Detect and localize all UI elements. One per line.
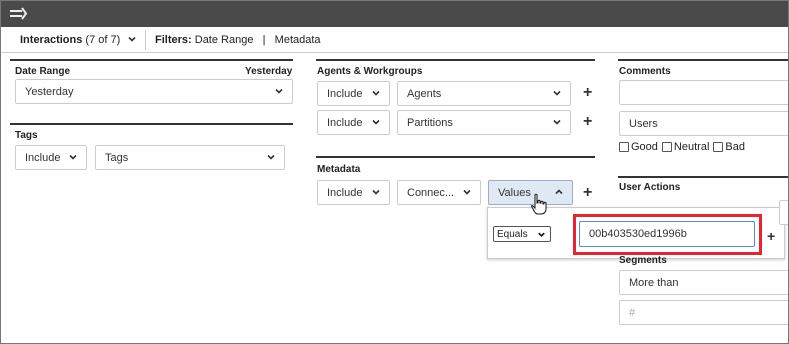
chevron-down-icon (372, 189, 380, 195)
comments-text-input[interactable] (619, 80, 788, 105)
metadata-include-value: Include (327, 186, 363, 199)
agents-divider (316, 59, 595, 61)
segments-title: Segments (619, 255, 667, 266)
filter-bar: Interactions (7 of 7) Filters: Date Rang… (1, 27, 788, 53)
comments-divider (618, 59, 788, 61)
chevron-down-icon (275, 88, 283, 94)
date-range-divider (10, 59, 293, 61)
comments-users-select[interactable]: Users (619, 111, 788, 136)
good-label: Good (631, 141, 658, 153)
chevron-down-icon (267, 154, 275, 160)
partitions-select[interactable]: Partitions (397, 110, 571, 135)
date-range-select[interactable]: Yesterday (15, 79, 293, 104)
add-metadata-button[interactable]: + (583, 185, 592, 201)
agents-value: Agents (407, 87, 442, 100)
collapse-menu-icon[interactable] (10, 6, 28, 22)
chevron-up-icon (555, 188, 563, 194)
metadata-include-select[interactable]: Include (317, 180, 390, 205)
filter-separator: | (262, 34, 266, 46)
chevron-down-icon (372, 90, 380, 96)
partitions-include-select[interactable]: Include (317, 110, 390, 135)
chevron-down-icon (553, 90, 561, 96)
add-agents-button[interactable]: + (583, 85, 592, 101)
segments-select[interactable]: More than (619, 270, 788, 295)
tags-include-select[interactable]: Include (15, 145, 87, 170)
chevron-down-icon (372, 119, 380, 125)
segments-value: More than (629, 276, 679, 289)
user-actions-title: User Actions (619, 182, 681, 193)
app-frame: Interactions (7 of 7) Filters: Date Rang… (0, 0, 789, 344)
user-actions-divider (618, 176, 788, 178)
operator-select[interactable]: Equals (493, 226, 551, 242)
metadata-title: Metadata (317, 164, 361, 175)
tags-select[interactable]: Tags (95, 145, 285, 170)
tags-title: Tags (15, 130, 38, 141)
chevron-down-icon (463, 189, 471, 195)
date-range-value: Yesterday (25, 85, 74, 98)
agents-select[interactable]: Agents (397, 81, 571, 106)
metadata-divider (316, 156, 595, 158)
user-actions-partial-control[interactable] (779, 200, 788, 225)
filters-label: Filters: (155, 34, 192, 46)
tags-value: Tags (105, 151, 129, 164)
date-range-title: Date Range (15, 66, 71, 77)
partitions-include-value: Include (327, 116, 363, 129)
metadata-value-input[interactable]: 00b403530ed1996b (579, 221, 755, 247)
metadata-key-select[interactable]: Connec... (397, 180, 481, 205)
chevron-down-icon (128, 36, 136, 42)
top-bar (1, 1, 788, 27)
interactions-label: Interactions (20, 34, 83, 46)
metadata-key-value: Connec... (407, 186, 455, 199)
date-range-preset: Yesterday (245, 66, 293, 77)
segments-number-input[interactable]: # (619, 300, 788, 325)
comments-title: Comments (619, 66, 671, 77)
add-value-button[interactable]: + (767, 228, 775, 244)
values-label: Values (498, 186, 531, 199)
add-partitions-button[interactable]: + (583, 114, 592, 130)
good-checkbox[interactable]: Good (619, 141, 658, 153)
active-filters: Filters: Date Range | Metadata (155, 34, 321, 46)
tags-divider (10, 123, 293, 125)
tags-include-value: Include (25, 151, 61, 164)
neutral-label: Neutral (673, 141, 710, 153)
chevron-down-icon (69, 154, 77, 160)
filter-metadata[interactable]: Metadata (275, 34, 321, 46)
bad-checkbox[interactable]: Bad (713, 141, 745, 153)
bad-label: Bad (725, 141, 745, 153)
metadata-value-text: 00b403530ed1996b (589, 228, 687, 240)
segments-placeholder: # (629, 306, 636, 319)
agents-include-value: Include (327, 87, 363, 100)
agents-include-select[interactable]: Include (317, 81, 390, 106)
comment-sentiment-checks: Good Neutral Bad (619, 141, 745, 153)
filter-date-range[interactable]: Date Range (195, 34, 254, 46)
interactions-count: (7 of 7) (85, 34, 121, 46)
chevron-down-icon (553, 119, 561, 125)
agents-workgroups-title: Agents & Workgroups (317, 66, 423, 77)
interactions-dropdown[interactable]: Interactions (7 of 7) (10, 30, 146, 50)
chevron-down-icon (538, 232, 545, 237)
hand-cursor-icon (531, 193, 547, 215)
comments-users-value: Users (629, 117, 658, 130)
partitions-value: Partitions (407, 116, 453, 129)
operator-value: Equals (497, 228, 528, 240)
neutral-checkbox[interactable]: Neutral (661, 141, 710, 153)
